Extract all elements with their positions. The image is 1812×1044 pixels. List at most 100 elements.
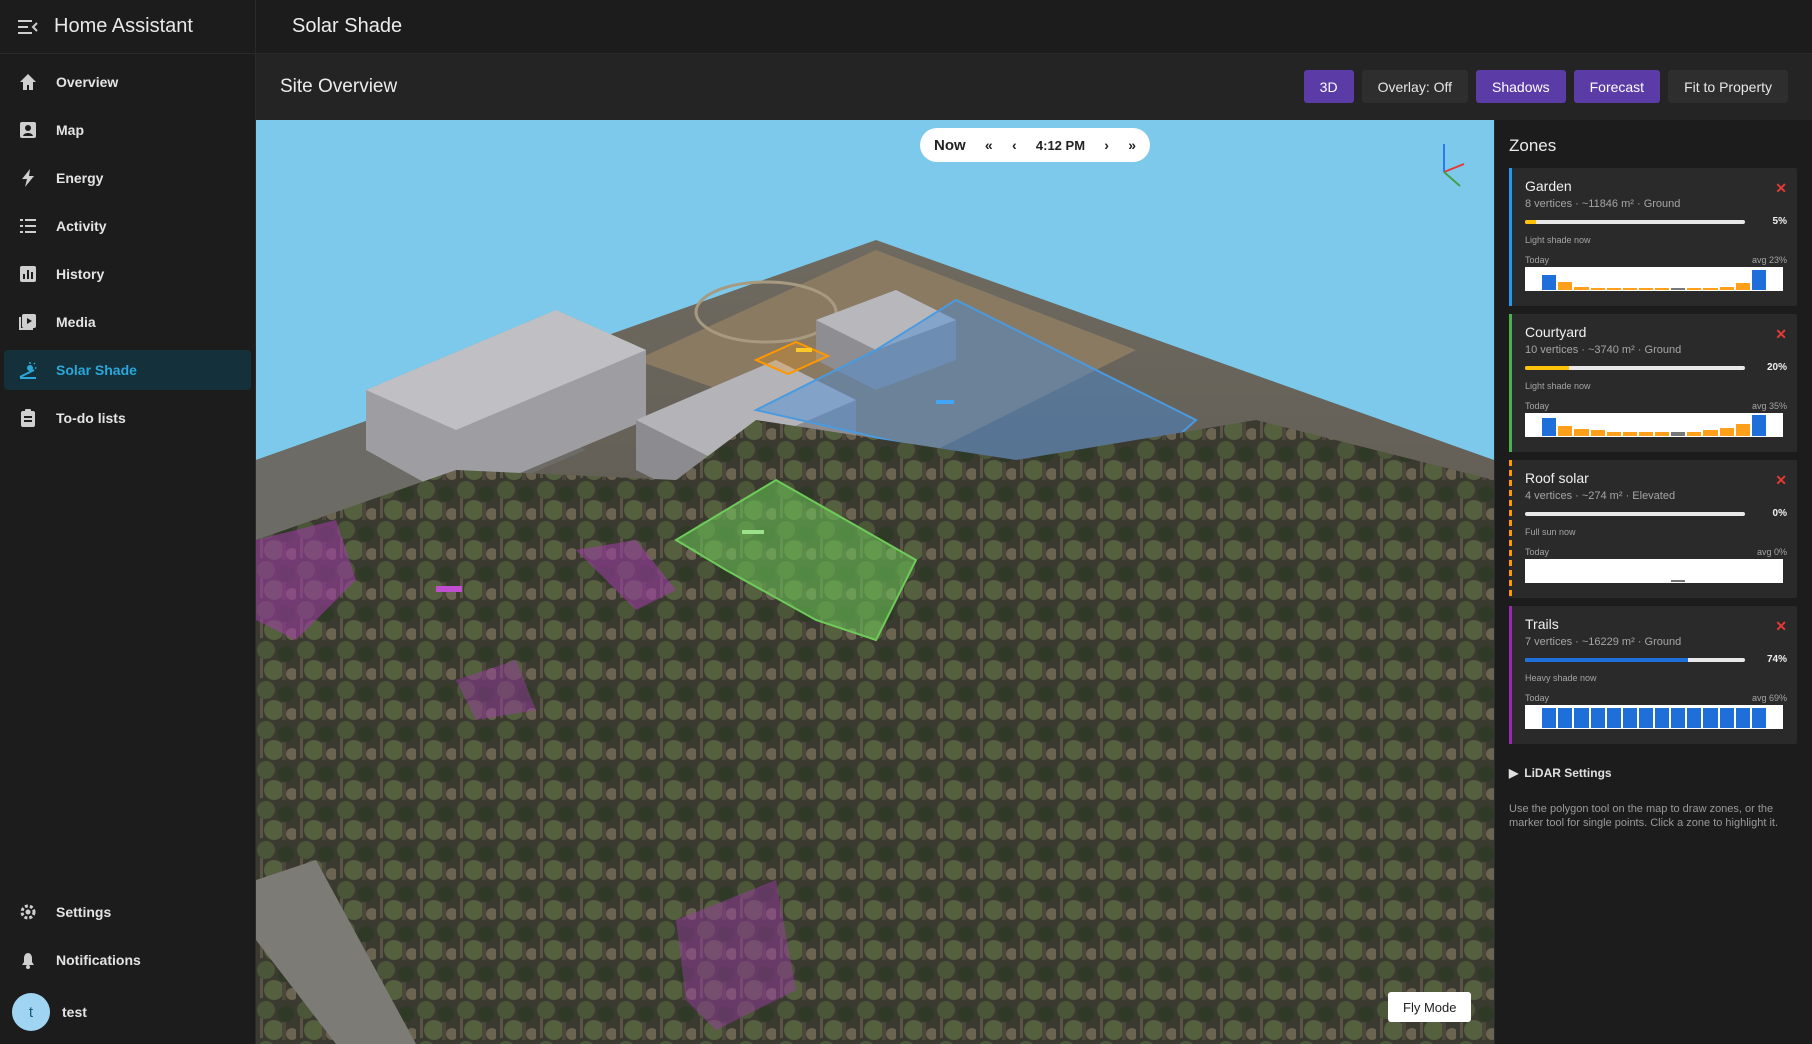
top-bar: Solar Shade	[256, 0, 1812, 54]
sparkline-bar	[1751, 270, 1766, 290]
gear-icon	[18, 902, 38, 922]
today-sparkline	[1525, 413, 1783, 437]
shade-progress-row: 74%	[1525, 654, 1787, 665]
sparkline-bar	[1719, 708, 1734, 728]
zone-marker-courtyard[interactable]	[936, 400, 954, 404]
shade-progress-bar	[1525, 657, 1745, 662]
view-buttons: 3D Overlay: Off Shadows Forecast Fit to Prop…	[1303, 70, 1788, 103]
close-icon[interactable]: ✕	[1775, 326, 1787, 343]
sparkline-bar	[1671, 708, 1686, 728]
shade-percent: 0%	[1772, 508, 1787, 519]
map-3d-view[interactable]: Now « ‹ 4:12 PM › » Fly Mode	[256, 120, 1494, 1044]
sidebar-item-to-do-lists[interactable]: To-do lists	[4, 398, 251, 438]
zone-name: Courtyard	[1525, 324, 1587, 340]
close-icon[interactable]: ✕	[1775, 180, 1787, 197]
shade-status: Light shade now	[1525, 235, 1591, 245]
sun-shade-icon	[18, 360, 38, 380]
media-icon	[18, 312, 38, 332]
fit-to-property-button[interactable]: Fit to Property	[1668, 70, 1788, 103]
sidebar-item-media[interactable]: Media	[4, 302, 251, 342]
sparkline-bar	[1751, 415, 1766, 436]
shade-progress-row: 20%	[1525, 362, 1787, 373]
sparkline-bar	[1590, 708, 1605, 728]
close-icon[interactable]: ✕	[1775, 618, 1787, 635]
toolbar: Site Overview 3D Overlay: Off Shadows Forec…	[256, 54, 1812, 120]
bell-icon	[18, 950, 38, 970]
zone-meta: 7 vertices · ~16229 m² · Ground	[1525, 636, 1682, 648]
today-label: Today	[1525, 401, 1550, 411]
sparkline-bar	[1655, 288, 1670, 290]
zone-meta: 10 vertices · ~3740 m² · Ground	[1525, 344, 1682, 356]
shade-percent: 5%	[1772, 216, 1787, 227]
terrain-scene[interactable]	[256, 120, 1494, 1044]
sparkline-bar	[1574, 287, 1589, 290]
shade-status: Heavy shade now	[1525, 673, 1597, 683]
rewind-button[interactable]: ‹	[1012, 137, 1017, 153]
sparkline-bar	[1638, 708, 1653, 728]
zone-marker-roof[interactable]	[796, 348, 812, 352]
zone-marker-garden[interactable]	[742, 530, 764, 534]
sparkline-bar	[1606, 708, 1621, 728]
lightning-icon	[18, 168, 38, 188]
clipboard-icon	[18, 408, 38, 428]
avg-label: avg 69%	[1751, 693, 1787, 703]
sparkline-bar	[1719, 287, 1734, 290]
overlay-off-button[interactable]: Overlay: Off	[1361, 70, 1469, 103]
sparkline-bar	[1622, 708, 1637, 728]
sparkline-bar	[1606, 432, 1621, 436]
forecast-button[interactable]: Forecast	[1573, 70, 1661, 103]
sidebar-item-label: To-do lists	[56, 410, 126, 426]
sidebar-item-overview[interactable]: Overview	[4, 62, 251, 102]
sidebar: Home Assistant Overview Map Energy Activity…	[0, 0, 256, 1044]
zone-name: Roof solar	[1525, 470, 1589, 486]
zone-meta: 8 vertices · ~11846 m² · Ground	[1525, 198, 1681, 210]
user-name: test	[62, 1004, 87, 1020]
shade-status: Light shade now	[1525, 381, 1591, 391]
sparkline-bar	[1558, 282, 1573, 290]
sparkline-bar	[1687, 432, 1702, 436]
sidebar-item-user[interactable]: t test	[4, 988, 252, 1036]
now-button[interactable]: Now	[934, 137, 966, 154]
app-root: Home Assistant Overview Map Energy Activity…	[0, 0, 1812, 1044]
lidar-settings-toggle[interactable]: ▶ LiDAR Settings	[1509, 766, 1798, 780]
zone-card-roof-solar[interactable]: Roof solar ✕ 4 vertices · ~274 m² · Elevat…	[1509, 460, 1797, 598]
sidebar-item-map[interactable]: Map	[4, 110, 251, 150]
sidebar-item-label: Media	[56, 314, 96, 330]
forward-fast-button[interactable]: »	[1128, 137, 1136, 153]
sidebar-item-notifications[interactable]: Notifications	[4, 940, 252, 980]
sidebar-item-history[interactable]: History	[4, 254, 251, 294]
close-icon[interactable]: ✕	[1775, 472, 1787, 489]
zone-card-garden[interactable]: Garden ✕ 8 vertices · ~11846 m² · Ground 5%…	[1509, 168, 1797, 306]
zone-color-bar	[1509, 606, 1512, 744]
sidebar-item-energy[interactable]: Energy	[4, 158, 251, 198]
sparkline-bar	[1687, 288, 1702, 290]
sparkline-bar	[1703, 430, 1718, 436]
sparkline-bar	[1542, 418, 1557, 436]
zone-marker-trails[interactable]	[436, 586, 462, 592]
zone-card-courtyard[interactable]: Courtyard ✕ 10 vertices · ~3740 m² · Groun…	[1509, 314, 1797, 452]
today-row: Today avg 69%	[1525, 693, 1787, 703]
shade-progress-row: 5%	[1525, 216, 1787, 227]
shadows-button[interactable]: Shadows	[1476, 70, 1566, 103]
map-icon	[18, 120, 38, 140]
zone-card-trails[interactable]: Trails ✕ 7 vertices · ~16229 m² · Ground 74…	[1509, 606, 1797, 744]
sparkline-bar	[1638, 288, 1653, 290]
page-title: Solar Shade	[292, 15, 403, 37]
sparkline-bar	[1735, 708, 1750, 728]
shade-progress-bar	[1525, 365, 1745, 370]
avatar: t	[12, 993, 50, 1031]
shade-percent: 74%	[1766, 654, 1787, 665]
3d-button[interactable]: 3D	[1303, 70, 1354, 103]
sidebar-item-solar-shade[interactable]: Solar Shade	[4, 350, 251, 390]
rewind-fast-button[interactable]: «	[985, 137, 993, 153]
sidebar-item-activity[interactable]: Activity	[4, 206, 251, 246]
shade-progress-row: 0%	[1525, 508, 1787, 519]
sparkline-bar	[1558, 708, 1573, 728]
sparkline-bar	[1590, 430, 1605, 436]
menu-collapse-icon[interactable]	[18, 19, 38, 35]
sidebar-item-settings[interactable]: Settings	[4, 892, 252, 932]
fly-mode-button[interactable]: Fly Mode	[1388, 992, 1472, 1022]
sidebar-header: Home Assistant	[0, 0, 255, 54]
today-label: Today	[1525, 547, 1550, 557]
forward-button[interactable]: ›	[1104, 137, 1109, 153]
